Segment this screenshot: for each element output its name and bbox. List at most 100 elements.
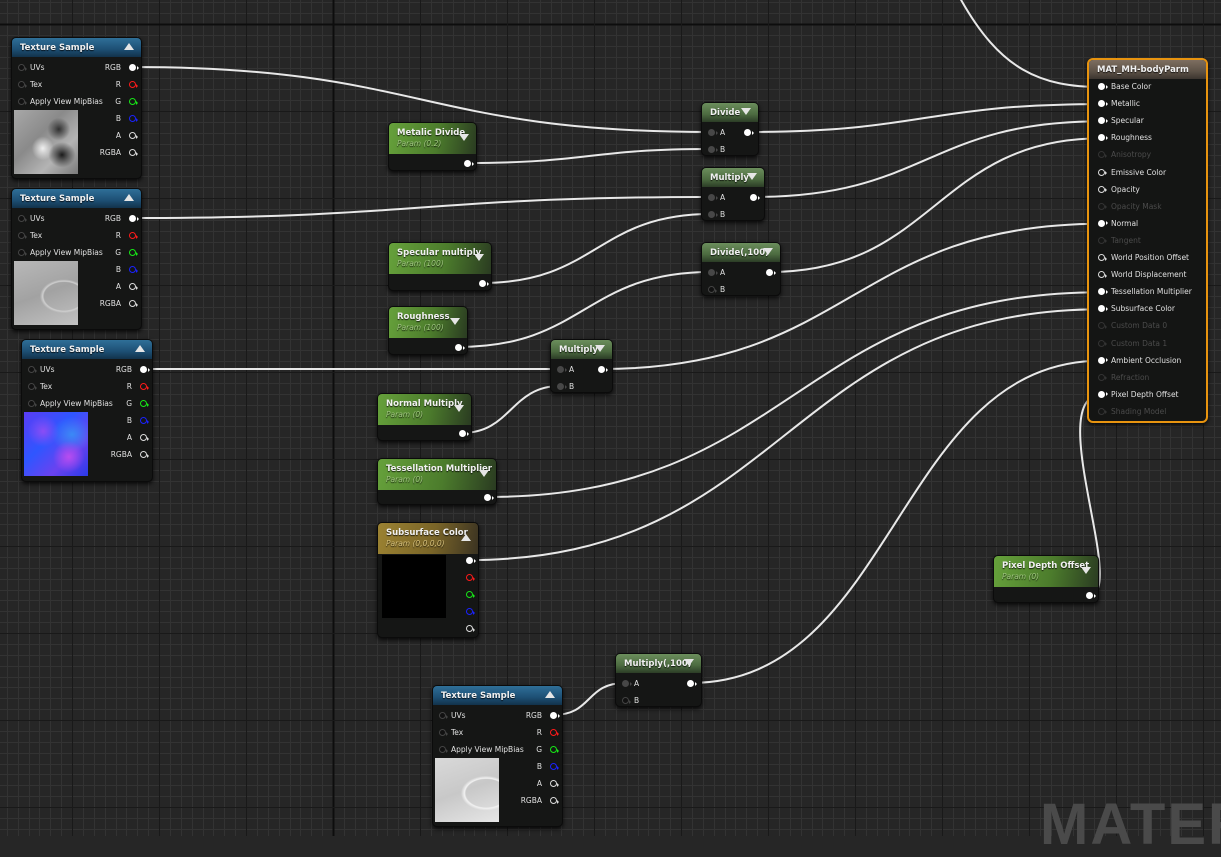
- material-input-pin[interactable]: [1098, 373, 1107, 381]
- texture-sample-node-normal[interactable]: Texture Sample UVs Tex Apply View MipBias R…: [21, 339, 153, 482]
- material-input-pin[interactable]: [1098, 202, 1107, 210]
- output-pin[interactable]: [464, 160, 474, 167]
- material-input-world-displacement[interactable]: World Displacement: [1111, 266, 1186, 283]
- expand-arrow-icon[interactable]: [450, 318, 460, 325]
- output-pin-g[interactable]: [466, 591, 475, 598]
- output-pin-g[interactable]: [550, 746, 559, 753]
- output-pin-rgb[interactable]: [129, 64, 139, 71]
- vector-param-node-subsurface-color[interactable]: Subsurface Color Param (0,0,0,0): [377, 522, 479, 638]
- material-input-ambient-occlusion[interactable]: Ambient Occlusion: [1111, 352, 1181, 369]
- material-input-roughness[interactable]: Roughness: [1111, 129, 1152, 146]
- output-pin[interactable]: [455, 344, 465, 351]
- output-pin[interactable]: [766, 269, 776, 276]
- expand-arrow-icon[interactable]: [459, 134, 469, 141]
- material-input-tessellation-multiplier[interactable]: Tessellation Multiplier: [1111, 283, 1192, 300]
- material-input-pin[interactable]: [1098, 134, 1108, 142]
- node-header[interactable]: Divide: [702, 103, 758, 122]
- node-header[interactable]: Subsurface Color Param (0,0,0,0): [378, 523, 478, 554]
- collapse-arrow-icon[interactable]: [124, 43, 134, 50]
- input-pin-a[interactable]: [557, 366, 567, 373]
- output-pin-r[interactable]: [129, 232, 138, 239]
- node-header[interactable]: Normal Multiply Param (0): [378, 394, 471, 425]
- node-header[interactable]: Texture Sample: [22, 340, 152, 359]
- expand-arrow-icon[interactable]: [763, 248, 773, 255]
- node-header[interactable]: Multiply(,100): [616, 654, 701, 673]
- texture-sample-node-ao[interactable]: Texture Sample UVs Tex Apply View MipBias R…: [432, 685, 563, 827]
- expand-arrow-icon[interactable]: [474, 254, 484, 261]
- material-input-specular[interactable]: Specular: [1111, 112, 1144, 129]
- input-pin-b[interactable]: [708, 146, 718, 153]
- collapse-arrow-icon[interactable]: [461, 534, 471, 541]
- node-header[interactable]: Divide(,100): [702, 243, 780, 262]
- material-input-pin[interactable]: [1098, 288, 1108, 296]
- expand-arrow-icon[interactable]: [479, 470, 489, 477]
- math-node-multiply-specular[interactable]: Multiply AB: [701, 167, 765, 221]
- output-pin-rgba[interactable]: [466, 557, 476, 564]
- expand-arrow-icon[interactable]: [595, 345, 605, 352]
- output-pin-a[interactable]: [140, 434, 149, 441]
- node-header[interactable]: Tessellation Multiplier Param (0): [378, 459, 496, 490]
- expand-arrow-icon[interactable]: [454, 405, 464, 412]
- node-header[interactable]: Texture Sample: [12, 38, 141, 57]
- output-pin[interactable]: [598, 366, 608, 373]
- input-pin[interactable]: [18, 98, 27, 105]
- material-input-base-color[interactable]: Base Color: [1111, 78, 1151, 95]
- collapse-arrow-icon[interactable]: [135, 345, 145, 352]
- material-input-pin[interactable]: [1098, 390, 1108, 398]
- expand-arrow-icon[interactable]: [1081, 567, 1091, 574]
- math-node-divide[interactable]: Divide AB: [701, 102, 759, 156]
- material-input-pin[interactable]: [1098, 83, 1108, 90]
- input-pin-b[interactable]: [557, 383, 567, 390]
- output-pin[interactable]: [687, 680, 697, 687]
- output-pin[interactable]: [484, 494, 494, 501]
- output-pin-a[interactable]: [129, 132, 138, 139]
- material-input-shading-model[interactable]: Shading Model: [1111, 403, 1166, 420]
- output-pin-b[interactable]: [466, 608, 475, 615]
- material-input-pin[interactable]: [1098, 185, 1107, 193]
- output-pin-b[interactable]: [129, 115, 138, 122]
- output-pin-g[interactable]: [140, 400, 149, 407]
- material-input-pin[interactable]: [1098, 236, 1107, 244]
- node-header[interactable]: Texture Sample: [12, 189, 141, 208]
- output-pin-b[interactable]: [129, 266, 138, 273]
- node-header[interactable]: Texture Sample: [433, 686, 562, 705]
- texture-sample-node-specular[interactable]: Texture Sample UVs Tex Apply View MipBias R…: [11, 37, 142, 179]
- material-input-anisotropy[interactable]: Anisotropy: [1111, 146, 1151, 163]
- param-node-specular-multiply[interactable]: Specular multiply Param (100): [388, 242, 492, 291]
- node-header[interactable]: Specular multiply Param (100): [389, 243, 491, 274]
- param-node-metalic-divide[interactable]: Metalic Divide Param (0.2): [388, 122, 477, 171]
- material-input-pin[interactable]: [1098, 168, 1107, 176]
- output-pin[interactable]: [744, 129, 754, 136]
- output-pin-r[interactable]: [129, 81, 138, 88]
- material-input-tangent[interactable]: Tangent: [1111, 232, 1141, 249]
- output-pin-rgba[interactable]: [129, 149, 138, 156]
- material-input-pin[interactable]: [1098, 254, 1107, 261]
- collapse-arrow-icon[interactable]: [545, 691, 555, 698]
- node-header[interactable]: Pixel Depth Offset Param (0): [994, 556, 1098, 587]
- output-pin[interactable]: [750, 194, 760, 201]
- param-node-roughness[interactable]: Roughness Param (100): [388, 306, 468, 355]
- material-input-pin[interactable]: [1098, 100, 1108, 108]
- material-input-world-position-offset[interactable]: World Position Offset: [1111, 249, 1189, 266]
- input-pin[interactable]: [28, 400, 37, 407]
- node-header[interactable]: MAT_MH-bodyParm: [1089, 60, 1206, 79]
- input-pin-a[interactable]: [708, 129, 718, 136]
- output-pin-a[interactable]: [550, 780, 559, 787]
- input-pin-a[interactable]: [708, 194, 718, 201]
- output-pin-rgb[interactable]: [129, 215, 139, 222]
- material-input-pin[interactable]: [1098, 339, 1107, 347]
- param-node-normal-multiply[interactable]: Normal Multiply Param (0): [377, 393, 472, 441]
- node-header[interactable]: Multiply: [551, 340, 612, 359]
- output-pin-rgba[interactable]: [550, 797, 559, 804]
- math-node-multiply-normal[interactable]: Multiply AB: [550, 339, 613, 393]
- output-pin-g[interactable]: [129, 98, 138, 105]
- output-pin-a[interactable]: [466, 625, 475, 632]
- math-node-multiply-100[interactable]: Multiply(,100) AB: [615, 653, 702, 707]
- graph-grid[interactable]: [0, 0, 1221, 836]
- input-pin[interactable]: [18, 64, 27, 71]
- output-pin-r[interactable]: [466, 574, 475, 581]
- input-pin-a[interactable]: [708, 269, 718, 276]
- material-input-pin[interactable]: [1098, 117, 1108, 125]
- output-pin-b[interactable]: [550, 763, 559, 770]
- input-pin-a[interactable]: [622, 680, 632, 687]
